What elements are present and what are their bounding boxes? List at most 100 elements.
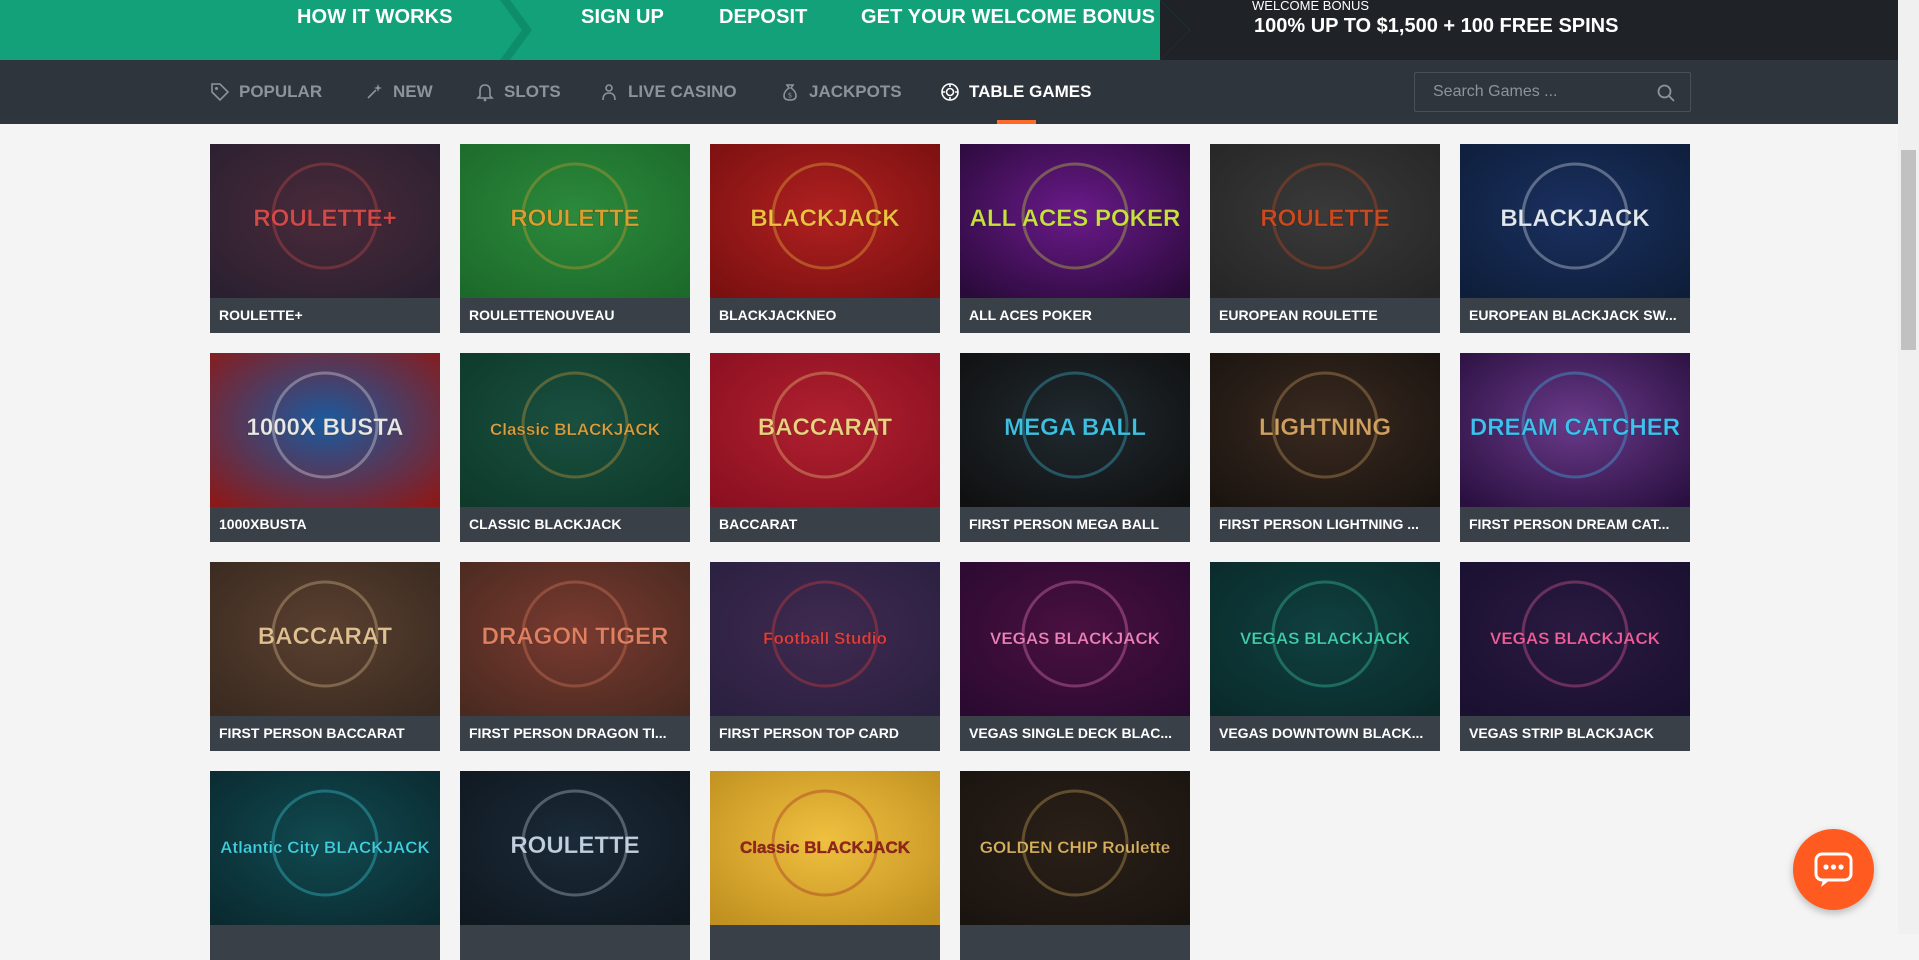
game-thumbnail[interactable]: LIGHTNING <box>1210 353 1440 507</box>
category-nav: POPULAR NEW SLOTS LIVE CASINO $ JACKPOTS… <box>0 60 1898 124</box>
tab-slots[interactable]: SLOTS <box>475 60 561 124</box>
game-title[interactable]: ROULETTENOUVEAU <box>460 298 690 333</box>
game-thumbnail[interactable]: ROULETTE <box>1210 144 1440 298</box>
game-thumbnail[interactable]: BACCARAT <box>210 562 440 716</box>
chip-icon <box>941 83 959 101</box>
game-thumbnail[interactable]: Atlantic City BLACKJACK <box>210 771 440 925</box>
tab-popular[interactable]: POPULAR <box>210 60 322 124</box>
game-thumbnail[interactable]: Football Studio <box>710 562 940 716</box>
game-title[interactable]: VEGAS STRIP BLACKJACK <box>1460 716 1690 751</box>
game-title[interactable]: FIRST PERSON MEGA BALL <box>960 507 1190 542</box>
game-thumbnail[interactable]: MEGA BALL <box>960 353 1190 507</box>
how-it-works-link[interactable]: HOW IT WORKS <box>297 6 453 29</box>
welcome-bonus-link[interactable]: GET YOUR WELCOME BONUS <box>861 6 1155 29</box>
game-thumbnail[interactable]: DRAGON TIGER <box>460 562 690 716</box>
game-tile[interactable]: Atlantic City BLACKJACK <box>210 771 440 960</box>
game-title[interactable]: FIRST PERSON DREAM CAT... <box>1460 507 1690 542</box>
game-art-title: VEGAS BLACKJACK <box>990 629 1161 648</box>
game-art-title: Football Studio <box>763 629 887 648</box>
game-title[interactable]: FIRST PERSON LIGHTNING ... <box>1210 507 1440 542</box>
game-art-title: MEGA BALL <box>1004 414 1146 441</box>
game-thumbnail[interactable]: ROULETTE <box>460 771 690 925</box>
game-tile[interactable]: Football Studio FIRST PERSON TOP CARD <box>710 562 940 751</box>
game-thumbnail[interactable]: BLACKJACK <box>1460 144 1690 298</box>
game-thumbnail[interactable]: VEGAS BLACKJACK <box>960 562 1190 716</box>
game-tile[interactable]: BACCARAT FIRST PERSON BACCARAT <box>210 562 440 751</box>
bell-icon <box>476 84 494 102</box>
game-thumbnail[interactable]: BACCARAT <box>710 353 940 507</box>
game-art-title: Classic BLACKJACK <box>740 838 911 857</box>
dealer-icon <box>602 84 616 101</box>
game-title[interactable]: BLACKJACKNEO <box>710 298 940 333</box>
game-tile[interactable]: ROULETTE <box>460 771 690 960</box>
game-thumbnail[interactable]: Classic BLACKJACK <box>460 353 690 507</box>
game-tile[interactable]: GOLDEN CHIP Roulette <box>960 771 1190 960</box>
game-tile[interactable]: Classic BLACKJACK CLASSIC BLACKJACK <box>460 353 690 542</box>
search-box[interactable] <box>1414 72 1691 112</box>
game-tile[interactable]: ROULETTE EUROPEAN ROULETTE <box>1210 144 1440 333</box>
sign-up-link[interactable]: SIGN UP <box>581 6 664 29</box>
tab-label: LIVE CASINO <box>628 82 737 101</box>
game-art-title: Classic BLACKJACK <box>490 420 661 439</box>
tab-jackpots[interactable]: $ JACKPOTS <box>780 60 902 124</box>
game-title[interactable]: VEGAS SINGLE DECK BLAC... <box>960 716 1190 751</box>
game-title[interactable] <box>210 925 440 960</box>
game-title[interactable]: VEGAS DOWNTOWN BLACK... <box>1210 716 1440 751</box>
game-thumbnail[interactable]: ROULETTE <box>460 144 690 298</box>
game-thumbnail[interactable]: ALL ACES POKER <box>960 144 1190 298</box>
deposit-link[interactable]: DEPOSIT <box>719 6 808 29</box>
game-title[interactable]: EUROPEAN BLACKJACK SW... <box>1460 298 1690 333</box>
game-tile[interactable]: LIGHTNING FIRST PERSON LIGHTNING ... <box>1210 353 1440 542</box>
game-tile[interactable]: MEGA BALL FIRST PERSON MEGA BALL <box>960 353 1190 542</box>
game-tile[interactable]: ROULETTE+ ROULETTE+ <box>210 144 440 333</box>
game-title[interactable]: 1000XBUSTA <box>210 507 440 542</box>
game-title[interactable]: ALL ACES POKER <box>960 298 1190 333</box>
scrollbar-thumb[interactable] <box>1901 150 1916 350</box>
search-input[interactable] <box>1433 73 1653 111</box>
game-thumbnail[interactable]: 1000X BUSTA <box>210 353 440 507</box>
game-thumbnail[interactable]: Classic BLACKJACK <box>710 771 940 925</box>
game-tile[interactable]: BACCARAT BACCARAT <box>710 353 940 542</box>
game-thumbnail[interactable]: BLACKJACK <box>710 144 940 298</box>
tab-new[interactable]: NEW <box>364 60 433 124</box>
game-title[interactable]: BACCARAT <box>710 507 940 542</box>
welcome-bonus-offer[interactable]: 100% UP TO $1,500 + 100 FREE SPINS <box>1254 15 1618 38</box>
game-tile[interactable]: VEGAS BLACKJACK VEGAS SINGLE DECK BLAC... <box>960 562 1190 751</box>
game-tile[interactable]: VEGAS BLACKJACK VEGAS DOWNTOWN BLACK... <box>1210 562 1440 751</box>
game-tile[interactable]: 1000X BUSTA 1000XBUSTA <box>210 353 440 542</box>
tab-table-games[interactable]: TABLE GAMES <box>940 60 1091 124</box>
game-title[interactable] <box>710 925 940 960</box>
game-title[interactable]: FIRST PERSON DRAGON TI... <box>460 716 690 751</box>
search-icon[interactable] <box>1656 83 1676 103</box>
money-bag-icon: $ <box>783 84 797 101</box>
live-chat-button[interactable] <box>1793 829 1874 910</box>
tab-live-casino[interactable]: LIVE CASINO <box>599 60 737 124</box>
game-tile[interactable]: VEGAS BLACKJACK VEGAS STRIP BLACKJACK <box>1460 562 1690 751</box>
game-tile[interactable]: ROULETTE ROULETTENOUVEAU <box>460 144 690 333</box>
game-thumbnail[interactable]: GOLDEN CHIP Roulette <box>960 771 1190 925</box>
game-art-title: GOLDEN CHIP Roulette <box>980 838 1170 857</box>
game-title[interactable]: EUROPEAN ROULETTE <box>1210 298 1440 333</box>
game-tile[interactable]: Classic BLACKJACK <box>710 771 940 960</box>
game-art-title: 1000X BUSTA <box>247 414 404 441</box>
game-thumbnail[interactable]: VEGAS BLACKJACK <box>1210 562 1440 716</box>
game-tile[interactable]: BLACKJACK BLACKJACKNEO <box>710 144 940 333</box>
game-tile[interactable]: ALL ACES POKER ALL ACES POKER <box>960 144 1190 333</box>
game-title[interactable]: ROULETTE+ <box>210 298 440 333</box>
game-tile[interactable]: BLACKJACK EUROPEAN BLACKJACK SW... <box>1460 144 1690 333</box>
game-art-title: ROULETTE <box>510 832 639 859</box>
game-thumbnail[interactable]: ROULETTE+ <box>210 144 440 298</box>
game-title[interactable]: CLASSIC BLACKJACK <box>460 507 690 542</box>
game-thumbnail[interactable]: VEGAS BLACKJACK <box>1460 562 1690 716</box>
game-title[interactable]: FIRST PERSON BACCARAT <box>210 716 440 751</box>
game-tile[interactable]: DREAM CATCHER FIRST PERSON DREAM CAT... <box>1460 353 1690 542</box>
game-tile[interactable]: DRAGON TIGER FIRST PERSON DRAGON TI... <box>460 562 690 751</box>
scrollbar-track[interactable] <box>1898 0 1919 934</box>
game-title[interactable]: FIRST PERSON TOP CARD <box>710 716 940 751</box>
tab-label: TABLE GAMES <box>969 82 1092 101</box>
game-title[interactable] <box>960 925 1190 960</box>
game-thumbnail[interactable]: DREAM CATCHER <box>1460 353 1690 507</box>
game-title[interactable] <box>460 925 690 960</box>
game-art-title: BACCARAT <box>758 414 893 441</box>
promo-banner: HOW IT WORKS SIGN UP DEPOSIT GET YOUR WE… <box>0 0 1898 60</box>
